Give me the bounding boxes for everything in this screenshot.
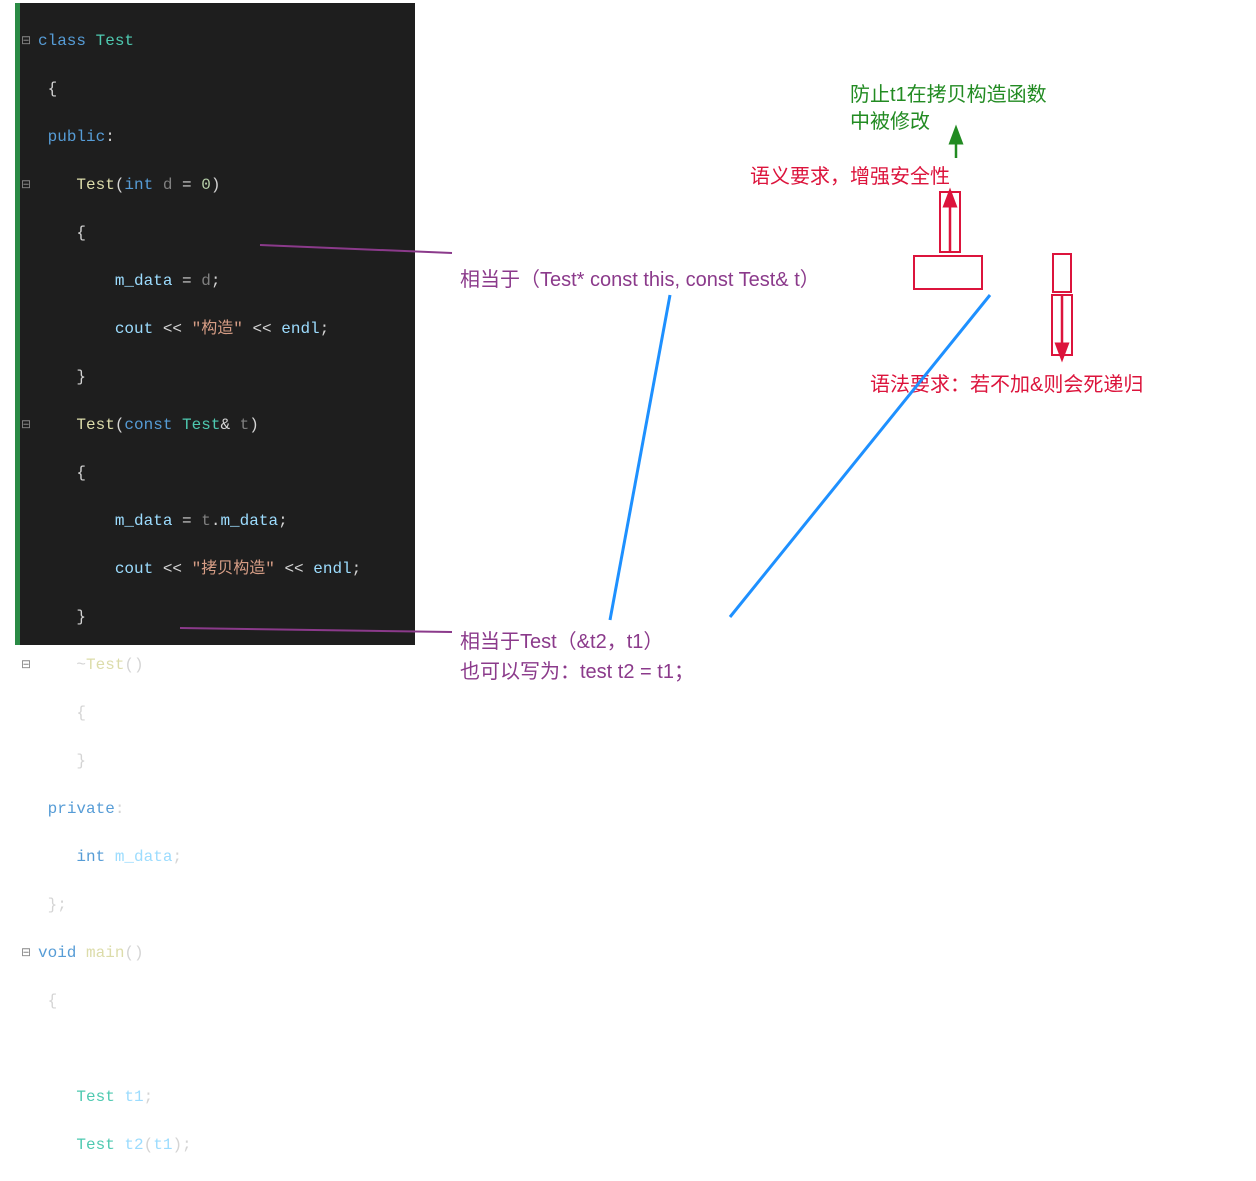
keyword-public: public: [48, 128, 106, 146]
connector-blue-1: [610, 295, 670, 620]
constructor: Test: [76, 176, 114, 194]
annotation-green-1: 防止t1在拷贝构造函数: [850, 78, 1047, 107]
highlight-box-ampersand: [1052, 253, 1072, 293]
class-name: Test: [86, 32, 134, 50]
annotation-red-1: 语义要求，增强安全性: [750, 160, 950, 189]
code-editor: ⊟class Test { public: ⊟ Test(int d = 0) …: [15, 3, 415, 645]
brace: {: [48, 80, 58, 98]
destructor: Test: [86, 656, 124, 674]
arrow-box-down: [1052, 295, 1072, 355]
annotation-purple-2b: 也可以写为：test t2 = t1；: [460, 655, 694, 684]
annotation-green-2: 中被修改: [850, 105, 930, 134]
keyword-class: class: [38, 32, 86, 50]
main-function: main: [86, 944, 124, 962]
annotation-purple-2a: 相当于Test（&t2，t1）: [460, 625, 663, 654]
annotation-purple-1: 相当于（Test* const this, const Test& t）: [460, 263, 820, 292]
connector-blue-2: [730, 295, 990, 617]
arrow-box-up: [940, 192, 960, 252]
annotation-red-2: 语法要求：若不加&则会死递归: [870, 368, 1143, 397]
highlight-box-const: [913, 255, 983, 290]
brace: };: [48, 896, 67, 914]
copy-constructor: Test: [76, 416, 114, 434]
keyword-private: private: [48, 800, 115, 818]
